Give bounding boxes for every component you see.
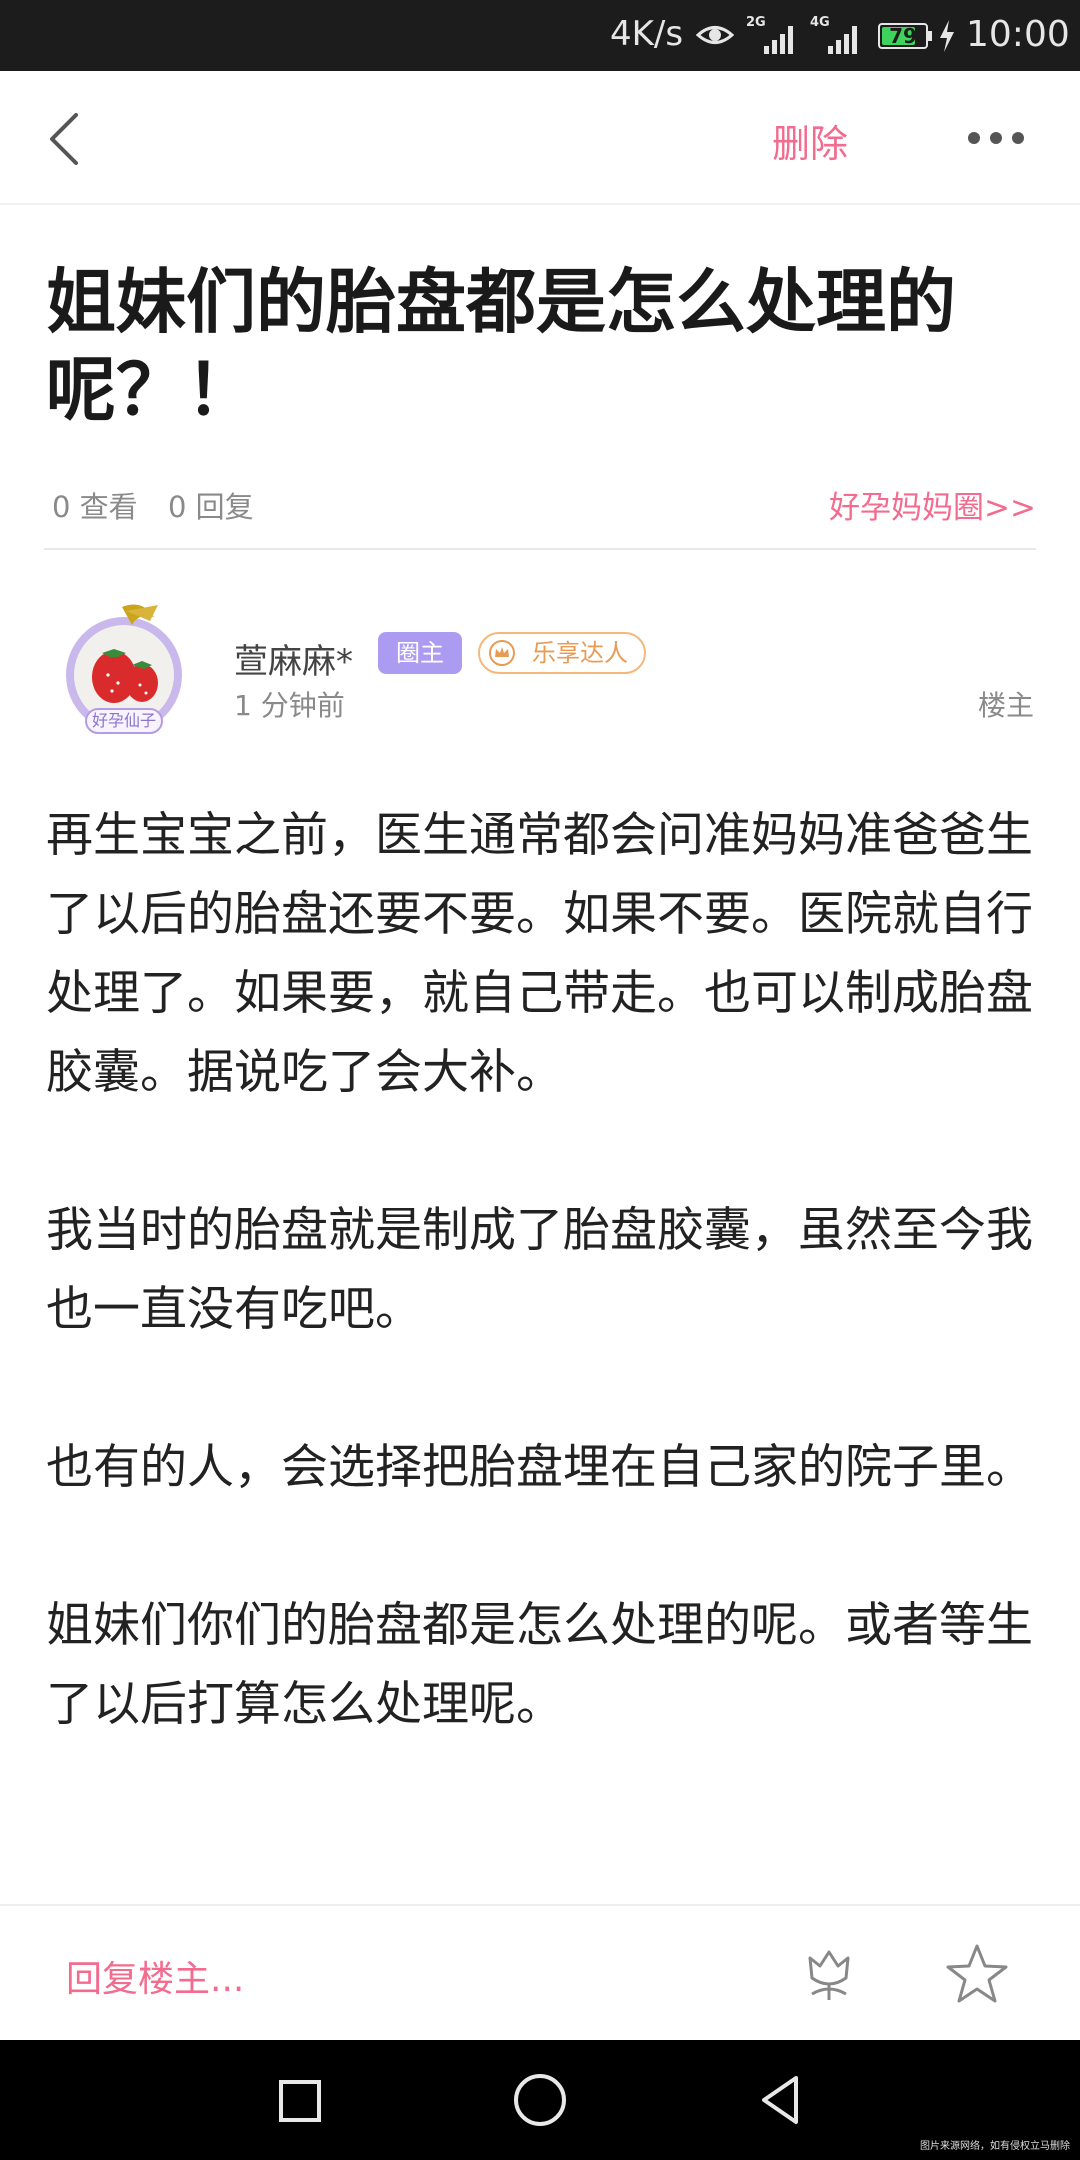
floor-label: 楼主	[977, 689, 1034, 722]
view-count: 0 查看	[52, 490, 138, 524]
top-app-bar: 删除	[0, 71, 1080, 205]
owner-badge: 圈主	[378, 632, 462, 674]
post-title: 姐妹们的胎盘都是怎么处理的呢？！	[46, 261, 956, 431]
star-icon[interactable]	[944, 1942, 1010, 2006]
divider	[44, 548, 1036, 550]
back-icon[interactable]	[756, 2072, 804, 2128]
recent-apps-icon[interactable]	[279, 2080, 321, 2122]
post-stats: 0 查看 0 回复 好孕妈妈圈>>	[52, 482, 1036, 526]
reply-input[interactable]: 回复楼主...	[66, 1950, 244, 2002]
reply-bar: 回复楼主...	[0, 1904, 1080, 2040]
flower-icon[interactable]	[798, 1944, 860, 2006]
system-nav-bar: 图片来源网络，如有侵权立马删除	[0, 2040, 1080, 2160]
reply-count: 0 回复	[168, 490, 254, 524]
clock: 10:00	[966, 14, 1070, 55]
charging-icon	[940, 20, 954, 52]
signal-icon: 4G	[810, 16, 862, 54]
avatar[interactable]: 好孕仙子	[62, 595, 186, 743]
watermark: 图片来源网络，如有侵权立马删除	[920, 2141, 1070, 2152]
status-bar: 4K/s 2G 4G 79 10:00	[0, 0, 1080, 71]
eye-comfort-icon	[696, 26, 734, 44]
post-body: 再生宝宝之前，医生通常都会问准妈妈准爸爸生了以后的胎盘还要不要。如果不要。医院就…	[46, 796, 1036, 1823]
level-badge: 乐享达人	[478, 632, 646, 674]
battery-percent: 79	[889, 24, 917, 48]
more-options-icon[interactable]	[968, 127, 1024, 149]
paragraph: 我当时的胎盘就是制成了胎盘胶囊，虽然至今我也一直没有吃吧。	[46, 1203, 1033, 1337]
paragraph: 姐妹们你们的胎盘都是怎么处理的呢。或者等生了以后打算怎么处理呢。	[46, 1598, 1033, 1732]
post-time: 1 分钟前	[234, 689, 345, 722]
crown-icon	[489, 640, 515, 666]
battery-icon: 79	[878, 23, 928, 49]
author-name[interactable]: 萱麻麻*	[234, 634, 353, 683]
network-speed: 4K/s	[610, 14, 684, 54]
circle-link[interactable]: 好孕妈妈圈>>	[829, 482, 1036, 527]
avatar-caption: 好孕仙子	[92, 711, 156, 730]
level-badge-label: 乐享达人	[532, 639, 628, 667]
home-icon[interactable]	[514, 2074, 566, 2126]
paragraph: 再生宝宝之前，医生通常都会问准妈妈准爸爸生了以后的胎盘还要不要。如果不要。医院就…	[46, 808, 1033, 1100]
paragraph: 也有的人，会选择把胎盘埋在自己家的院子里。	[46, 1440, 1033, 1495]
back-arrow-icon[interactable]	[40, 107, 90, 171]
signal-icon: 2G	[746, 16, 798, 54]
delete-button[interactable]: 删除	[772, 113, 848, 168]
battery-tip	[928, 31, 932, 41]
